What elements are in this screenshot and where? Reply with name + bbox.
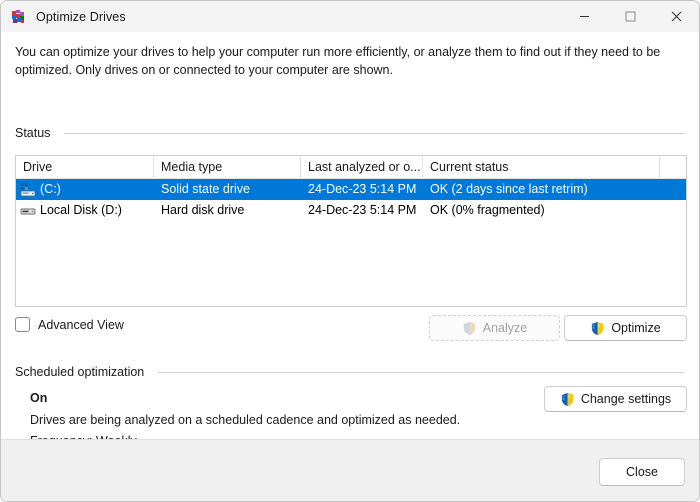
system-drive-icon bbox=[20, 182, 36, 198]
analyze-button[interactable]: Analyze bbox=[429, 315, 560, 341]
optimize-button[interactable]: Optimize bbox=[564, 315, 687, 341]
status-group-header: Status bbox=[15, 126, 685, 140]
change-settings-button[interactable]: Change settings bbox=[544, 386, 687, 412]
intro-text: You can optimize your drives to help you… bbox=[15, 45, 661, 77]
advanced-view-label: Advanced View bbox=[38, 317, 124, 332]
advanced-view-checkbox-row[interactable]: Advanced View bbox=[15, 317, 124, 332]
dialog-body: You can optimize your drives to help you… bbox=[1, 32, 699, 448]
change-settings-label: Change settings bbox=[580, 392, 672, 406]
table-row[interactable]: Local Disk (D:) Hard disk drive 24-Dec-2… bbox=[16, 200, 686, 221]
advanced-view-checkbox[interactable] bbox=[15, 317, 30, 332]
window-controls bbox=[561, 1, 699, 32]
cell-last-analyzed: 24-Dec-23 5:14 PM bbox=[308, 203, 417, 217]
analyze-button-label: Analyze bbox=[482, 321, 528, 335]
close-icon bbox=[671, 11, 681, 22]
minimize-button[interactable] bbox=[561, 1, 607, 32]
column-header-drive[interactable]: Drive bbox=[16, 156, 154, 178]
cell-media-type: Hard disk drive bbox=[161, 203, 245, 217]
cell-drive-label: (C:) bbox=[40, 182, 61, 196]
scheduled-group-header: Scheduled optimization bbox=[15, 365, 685, 379]
status-group-label: Status bbox=[15, 126, 51, 140]
optimize-button-label: Optimize bbox=[611, 321, 661, 335]
window-title: Optimize Drives bbox=[36, 9, 126, 24]
column-header-filler bbox=[660, 156, 686, 178]
scheduled-group-label: Scheduled optimization bbox=[15, 365, 145, 379]
optimize-drives-window: Optimize Drives You can optimize your dr… bbox=[0, 0, 700, 502]
column-header-current-status[interactable]: Current status bbox=[423, 156, 660, 178]
schedule-state: On bbox=[30, 391, 48, 405]
close-button-label: Close bbox=[626, 465, 658, 479]
cell-current-status: OK (0% fragmented) bbox=[430, 203, 545, 217]
status-group-divider bbox=[64, 132, 685, 134]
column-header-media-type[interactable]: Media type bbox=[154, 156, 301, 178]
cell-current-status: OK (2 days since last retrim) bbox=[430, 182, 588, 196]
defrag-icon bbox=[11, 9, 27, 25]
cell-last-analyzed: 24-Dec-23 5:14 PM bbox=[308, 182, 417, 196]
cell-drive: (C:) bbox=[16, 179, 154, 200]
close-button[interactable]: Close bbox=[599, 458, 685, 486]
drives-list-header: Drive Media type Last analyzed or o... C… bbox=[16, 156, 686, 179]
dialog-footer: Close bbox=[1, 439, 699, 501]
title-bar: Optimize Drives bbox=[1, 1, 699, 33]
maximize-icon bbox=[625, 11, 635, 22]
drives-list[interactable]: Drive Media type Last analyzed or o... C… bbox=[15, 155, 687, 307]
cell-drive: Local Disk (D:) bbox=[16, 200, 154, 221]
close-button-titlebar[interactable] bbox=[653, 1, 699, 32]
column-header-last-analyzed[interactable]: Last analyzed or o... bbox=[301, 156, 423, 178]
minimize-icon bbox=[579, 16, 589, 17]
shield-icon-disabled bbox=[463, 321, 475, 335]
cell-media-type: Solid state drive bbox=[161, 182, 250, 196]
scheduled-group-divider bbox=[158, 371, 685, 373]
cell-drive-label: Local Disk (D:) bbox=[40, 203, 122, 217]
schedule-description: Drives are being analyzed on a scheduled… bbox=[30, 413, 461, 427]
maximize-button[interactable] bbox=[607, 1, 653, 32]
shield-icon bbox=[561, 392, 573, 406]
hard-disk-icon bbox=[20, 203, 36, 219]
table-row[interactable]: (C:) Solid state drive 24-Dec-23 5:14 PM… bbox=[16, 179, 686, 200]
shield-icon bbox=[592, 321, 604, 335]
